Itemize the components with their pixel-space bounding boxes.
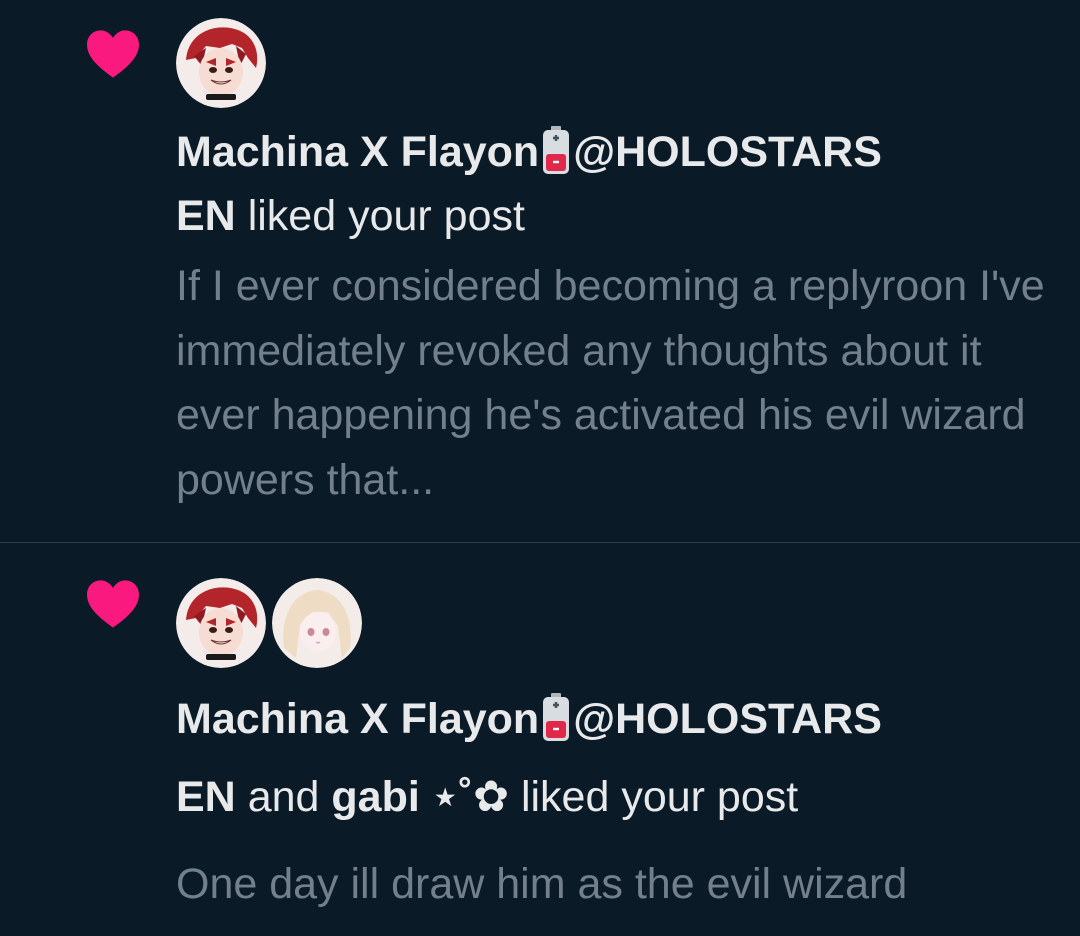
avatar-group [176, 578, 362, 668]
post-snippet[interactable]: If I ever considered becoming a replyroo… [176, 254, 1056, 512]
user-handle[interactable]: @HOLOSTARS [573, 695, 882, 743]
connector-text: and [247, 773, 320, 821]
notification-headline: Machina X Flayon @HOLOSTARS EN liked you… [176, 120, 1056, 248]
action-text: liked your post [520, 773, 799, 821]
user-handle-suffix[interactable]: EN [176, 773, 236, 821]
user-handle[interactable]: @HOLOSTARS [573, 128, 882, 176]
action-text: liked your post [247, 192, 525, 240]
notification-item[interactable]: Machina X Flayon @HOLOSTARS EN liked you… [0, 0, 1080, 543]
heart-icon [87, 580, 139, 628]
other-user-name[interactable]: gabi ⋆˚✿ [331, 773, 509, 821]
avatar[interactable] [176, 18, 266, 108]
notification-item[interactable]: Machina X Flayon @HOLOSTARS EN and gabi … [0, 544, 1080, 936]
battery-icon [543, 693, 570, 741]
avatar[interactable] [272, 578, 362, 668]
avatar-group [176, 18, 266, 108]
notification-headline: Machina X Flayon @HOLOSTARS EN and gabi … [176, 680, 1056, 836]
avatar[interactable] [176, 578, 266, 668]
user-name[interactable]: Machina X Flayon [176, 695, 539, 743]
user-name[interactable]: Machina X Flayon [176, 128, 539, 176]
user-handle-suffix[interactable]: EN [176, 192, 236, 240]
heart-icon [87, 30, 139, 78]
notifications-feed: Machina X Flayon @HOLOSTARS EN liked you… [0, 0, 1080, 936]
battery-icon [543, 126, 570, 174]
post-snippet[interactable]: One day ill draw him as the evil wizard [176, 852, 1056, 917]
